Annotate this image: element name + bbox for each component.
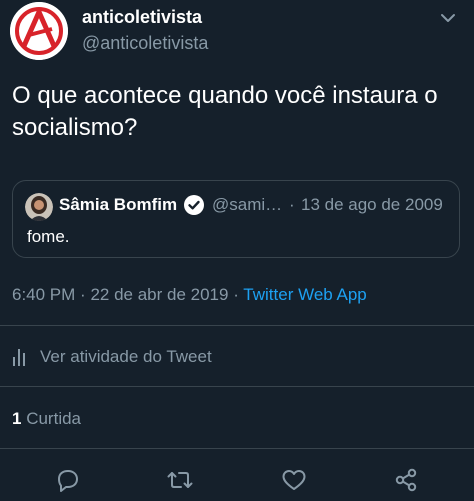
- quoted-tweet[interactable]: Sâmia Bomfim @sami… · 13 de ago de 2009 …: [12, 180, 460, 258]
- reply-icon[interactable]: [54, 466, 82, 494]
- quoted-author-name: Sâmia Bomfim: [59, 195, 178, 214]
- heart-icon[interactable]: [280, 466, 308, 494]
- quoted-author-avatar: [25, 193, 53, 221]
- view-activity-button[interactable]: Ver atividade do Tweet: [12, 342, 212, 372]
- divider: [0, 325, 474, 326]
- meta-separator: ·: [80, 285, 86, 304]
- tweet-time[interactable]: 6:40 PM: [12, 285, 75, 304]
- tweet-source-link[interactable]: Twitter Web App: [243, 285, 366, 304]
- view-activity-label: Ver atividade do Tweet: [40, 347, 212, 366]
- chevron-down-icon[interactable]: [438, 8, 458, 28]
- verified-badge-icon: [184, 195, 204, 215]
- quoted-author-handle: @sami…: [212, 195, 283, 214]
- author-handle[interactable]: @anticoletivista: [82, 33, 208, 54]
- likes-summary[interactable]: 1 Curtida: [12, 409, 81, 429]
- quoted-text: fome.: [27, 227, 70, 246]
- quoted-date: 13 de ago de 2009: [301, 195, 443, 214]
- divider: [0, 448, 474, 449]
- tweet-date[interactable]: 22 de abr de 2019: [90, 285, 228, 304]
- tweet-detail-screen: anticoletivista @anticoletivista O que a…: [0, 0, 474, 501]
- author-avatar[interactable]: [10, 2, 68, 60]
- author-name[interactable]: anticoletivista: [82, 7, 202, 28]
- share-icon[interactable]: [392, 466, 420, 494]
- likes-label: Curtida: [26, 409, 82, 428]
- tweet-text: O que acontece quando você instaura o so…: [12, 82, 438, 141]
- bar-chart-icon: [13, 349, 25, 366]
- likes-count: 1: [12, 409, 22, 428]
- tweet-metadata: 6:40 PM · 22 de abr de 2019 · Twitter We…: [12, 285, 367, 305]
- retweet-icon[interactable]: [166, 466, 194, 494]
- divider: [0, 386, 474, 387]
- quoted-separator: ·: [289, 195, 295, 214]
- meta-separator: ·: [233, 285, 239, 304]
